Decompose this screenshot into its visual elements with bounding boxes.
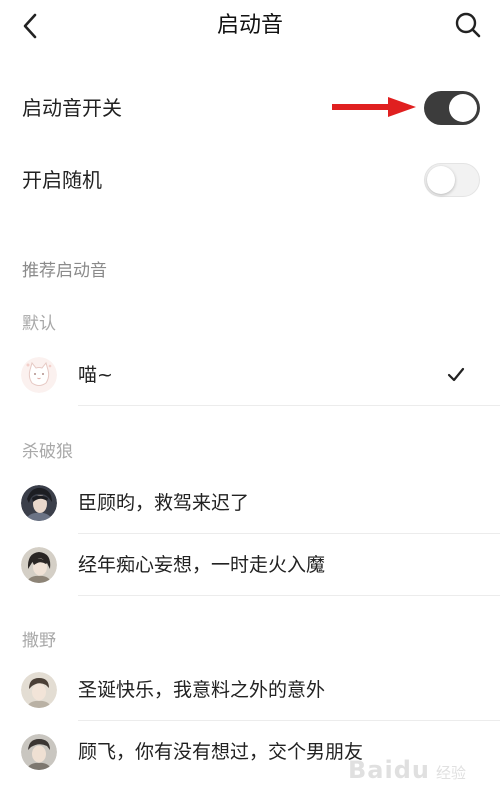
recommend-section-title: 推荐启动音 [22, 261, 107, 281]
group-title-saye: 撒野 [22, 631, 56, 651]
character-avatar [21, 547, 57, 583]
random-switch-label: 开启随机 [22, 168, 102, 192]
sound-item-meow[interactable]: 喵~ [0, 344, 500, 406]
group-title-shapolang: 杀破狼 [22, 442, 73, 462]
divider [78, 405, 500, 406]
watermark-sub: 经验 [436, 764, 467, 782]
random-toggle[interactable] [424, 163, 480, 197]
back-button[interactable] [10, 8, 50, 44]
toggle-knob [449, 94, 477, 122]
group-title-default: 默认 [22, 314, 56, 334]
chevron-left-icon [23, 13, 37, 39]
sound-item-label: 喵~ [78, 364, 113, 386]
cat-avatar [21, 357, 57, 393]
watermark-brand: Baidu [348, 756, 430, 784]
sound-item-label: 顾飞，你有没有想过，交个男朋友 [78, 741, 364, 763]
sound-item-christmas[interactable]: 圣诞快乐，我意料之外的意外 [0, 659, 500, 721]
red-arrow-icon [332, 97, 416, 117]
divider [78, 595, 500, 596]
sound-item-label: 经年痴心妄想，一时走火入魔 [78, 554, 326, 576]
character-avatar [21, 485, 57, 521]
startup-sound-page: 启动音 启动音开关 开启随机 推荐启动音 默认 喵~ 杀破狼 臣顾昀，救驾来迟了… [0, 0, 500, 802]
sound-item-label: 圣诞快乐，我意料之外的意外 [78, 679, 326, 701]
checkmark-icon [447, 367, 465, 382]
page-title: 启动音 [216, 13, 283, 38]
startup-sound-switch-row: 启动音开关 [0, 80, 500, 136]
search-button[interactable] [448, 6, 488, 44]
search-icon [455, 12, 481, 38]
top-bar: 启动音 [0, 0, 500, 52]
random-switch-row: 开启随机 [0, 152, 500, 208]
sound-item-gu-yun[interactable]: 臣顾昀，救驾来迟了 [0, 472, 500, 534]
sound-item-jingnian[interactable]: 经年痴心妄想，一时走火入魔 [0, 534, 500, 596]
character-avatar [21, 734, 57, 770]
baidu-watermark: Baidu 经验 [348, 752, 488, 794]
startup-sound-switch-label: 启动音开关 [22, 96, 122, 120]
startup-sound-toggle[interactable] [424, 91, 480, 125]
sound-item-label: 臣顾昀，救驾来迟了 [78, 492, 250, 514]
character-avatar [21, 672, 57, 708]
toggle-knob [427, 166, 455, 194]
